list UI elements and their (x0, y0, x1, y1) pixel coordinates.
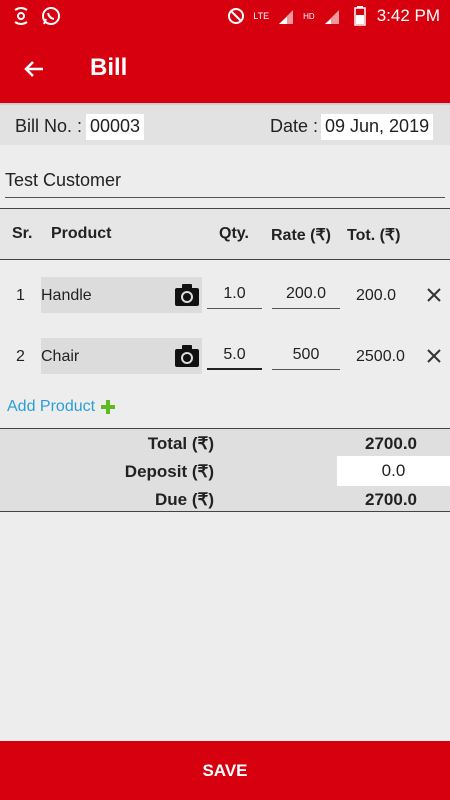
notification-app-icon (10, 5, 32, 27)
total-label: Total (₹) (147, 434, 214, 453)
row-total: 200.0 (356, 287, 397, 304)
camera-icon[interactable] (174, 344, 200, 368)
network-type-label: LTE (253, 10, 270, 21)
row-sr: 2 (16, 348, 25, 365)
clock: 3:42 PM (376, 6, 440, 25)
save-button[interactable]: SAVE (0, 741, 450, 800)
header-total: Tot. (₹) (347, 227, 401, 244)
product-field[interactable]: Handle (41, 277, 202, 313)
rate-field[interactable]: 200.0 (272, 282, 340, 309)
qty-field[interactable]: 1.0 (207, 282, 262, 309)
totals-section: Total (₹) 2700.0 Deposit (₹) 0.0 Due (₹)… (0, 428, 450, 512)
due-value: 2700.0 (365, 490, 417, 509)
customer-name-field[interactable]: Test Customer (5, 170, 445, 198)
hd-label: HD (303, 11, 315, 21)
header-qty: Qty. (219, 225, 249, 242)
close-icon[interactable] (424, 346, 444, 366)
product-name: Chair (41, 348, 80, 365)
back-arrow-icon[interactable] (18, 53, 50, 85)
signal-icon (275, 5, 297, 27)
app-bar: Bill (0, 33, 450, 103)
header-product: Product (51, 225, 112, 242)
product-name: Handle (41, 287, 92, 304)
close-icon[interactable] (424, 285, 444, 305)
bill-no-label: Bill No. : (15, 116, 83, 136)
product-field[interactable]: Chair (41, 338, 202, 374)
row-sr: 1 (16, 287, 25, 304)
header-rate: Rate (₹) (271, 227, 331, 244)
date-field[interactable]: 09 Jun, 2019 (321, 114, 434, 140)
add-product-label: Add Product (7, 398, 96, 415)
do-not-disturb-icon (225, 5, 247, 27)
bill-info-bar: Bill No. : 00003 Date : 09 Jun, 2019 (0, 103, 450, 145)
header-sr: Sr. (12, 225, 33, 242)
bill-no-field[interactable]: 00003 (86, 114, 145, 140)
camera-icon[interactable] (174, 283, 200, 307)
table-row: 2 Chair 5.0 500 2500.0 (0, 338, 450, 378)
whatsapp-icon (40, 5, 62, 27)
battery-icon (349, 5, 371, 27)
lte-label: LTE (253, 10, 270, 21)
row-total: 2500.0 (356, 348, 405, 365)
total-value: 2700.0 (365, 434, 417, 453)
status-bar: LTE HD 3:42 PM (0, 0, 450, 33)
table-row: 1 Handle 1.0 200.0 200.0 (0, 277, 450, 317)
qty-field[interactable]: 5.0 (207, 343, 262, 370)
rate-field[interactable]: 500 (272, 343, 340, 370)
page-title: Bill (90, 54, 128, 81)
date-label: Date : (270, 116, 319, 136)
plus-icon (101, 400, 116, 414)
table-header: Sr. Product Qty. Rate (₹) Tot. (₹) (0, 208, 450, 260)
add-product-button[interactable]: Add Product (7, 398, 116, 416)
due-label: Due (₹) (155, 490, 214, 509)
deposit-label: Deposit (₹) (124, 462, 214, 481)
signal-2-icon (321, 5, 343, 27)
deposit-field[interactable]: 0.0 (337, 456, 450, 486)
